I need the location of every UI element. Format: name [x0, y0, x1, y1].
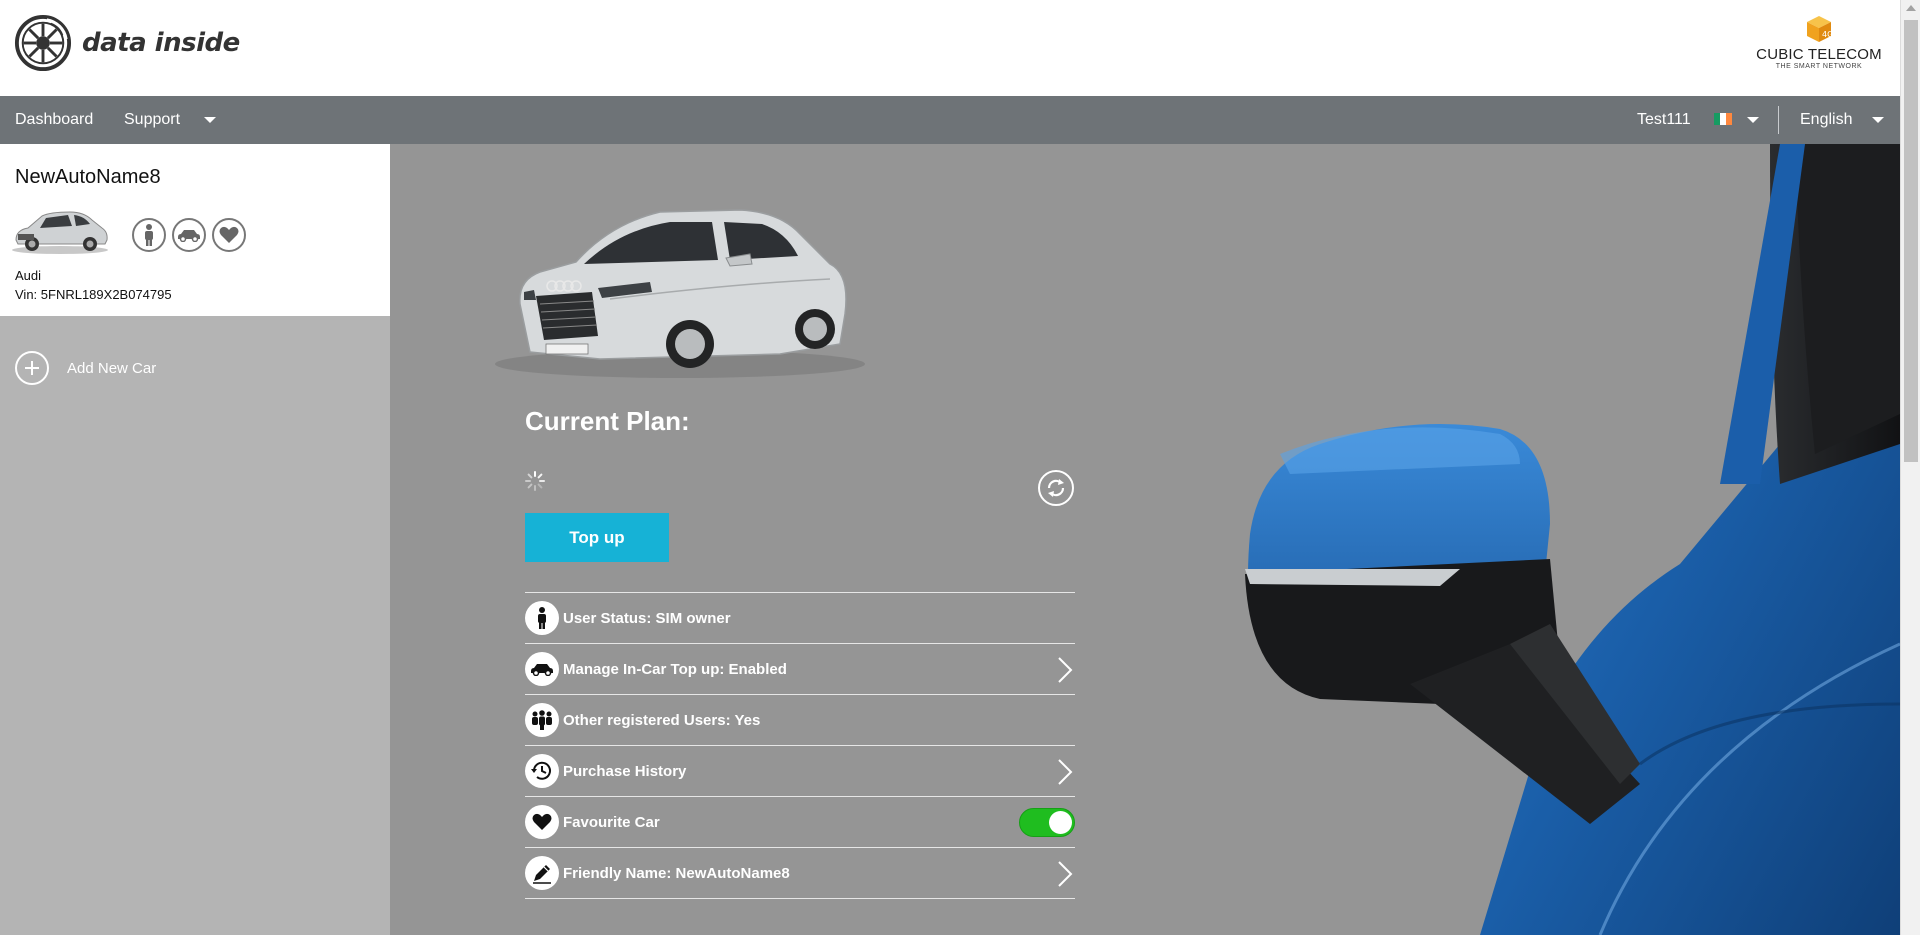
- manage-topup-label: Manage In-Car Top up: Enabled: [563, 660, 787, 678]
- car-detail-panel: Current Plan: Top up User Status: SIM ow: [390, 144, 1900, 935]
- toggle-knob: [1049, 811, 1072, 834]
- car-status-icons: [132, 218, 246, 252]
- car-sidebar: NewAutoName8 Audi Vin: 5FNRL189X2B074795: [0, 144, 410, 935]
- brand-logo[interactable]: data inside: [14, 14, 240, 72]
- language-dropdown-caret[interactable]: [1872, 96, 1884, 144]
- car-thumbnail-image: [12, 211, 108, 254]
- refresh-plan-button[interactable]: [1038, 470, 1074, 506]
- chevron-right-icon: [1058, 861, 1073, 887]
- chevron-down-icon: [204, 116, 216, 123]
- chevron-right-icon: [1058, 759, 1073, 785]
- selected-car-image: [495, 209, 865, 378]
- other-users-row: Other registered Users: Yes: [525, 695, 1075, 746]
- nav-support[interactable]: Support: [124, 96, 180, 144]
- chevron-down-icon: [1872, 116, 1884, 123]
- scrollbar-thumb[interactable]: [1904, 20, 1918, 462]
- nav-dashboard[interactable]: Dashboard: [15, 96, 93, 144]
- page-scrollbar[interactable]: [1900, 0, 1920, 935]
- svg-text:4G: 4G: [1822, 30, 1833, 39]
- favourite-car-row: Favourite Car: [525, 797, 1075, 848]
- cube-icon: 4G: [1807, 16, 1833, 42]
- partner-tagline: THE SMART NETWORK: [1775, 63, 1863, 70]
- user-dropdown-caret[interactable]: [1747, 96, 1759, 144]
- plus-circle-icon: [15, 351, 49, 385]
- add-new-car-label: Add New Car: [67, 359, 157, 377]
- car-name: NewAutoName8: [15, 166, 161, 188]
- heart-icon: [212, 218, 246, 252]
- car-vin: Vin: 5FNRL189X2B074795: [15, 287, 172, 302]
- brand-name: data inside: [82, 28, 240, 58]
- loading-spinner-icon: [525, 471, 545, 491]
- main-navbar: Dashboard Support Test111 English: [0, 96, 1900, 144]
- user-status-label: User Status: SIM owner: [563, 609, 731, 627]
- partner-logo: 4G CUBIC TELECOM THE SMART NETWORK: [1754, 14, 1884, 74]
- purchase-history-label: Purchase History: [563, 762, 687, 780]
- partner-name: CUBIC TELECOM: [1756, 46, 1882, 63]
- refresh-icon: [1047, 479, 1065, 497]
- person-icon: [525, 601, 559, 635]
- top-up-button[interactable]: Top up: [525, 513, 669, 562]
- purchase-history-row[interactable]: Purchase History: [525, 746, 1075, 797]
- car-make: Audi: [15, 268, 42, 283]
- app-header: data inside 4G CUBIC TELECOM THE SMART N…: [0, 0, 1900, 96]
- chevron-down-icon: [1747, 116, 1759, 123]
- ireland-flag-icon: [1714, 113, 1732, 125]
- selected-car-card[interactable]: NewAutoName8 Audi Vin: 5FNRL189X2B074795: [0, 144, 390, 316]
- blue-car-mirror-photo: [1245, 144, 1900, 935]
- chevron-right-icon: [1058, 657, 1073, 683]
- pencil-icon: [525, 856, 559, 890]
- person-icon: [132, 218, 166, 252]
- language-select[interactable]: English: [1800, 96, 1852, 144]
- speedometer-wheel-logo-icon: [14, 14, 72, 72]
- heart-icon: [525, 805, 559, 839]
- history-icon: [525, 754, 559, 788]
- user-menu[interactable]: Test111: [1637, 96, 1691, 144]
- other-users-label: Other registered Users: Yes: [563, 711, 761, 729]
- nav-divider: [1778, 106, 1779, 134]
- current-plan-title: Current Plan:: [525, 406, 690, 436]
- friendly-name-row[interactable]: Friendly Name: NewAutoName8: [525, 848, 1075, 899]
- friendly-name-label: Friendly Name: NewAutoName8: [563, 864, 790, 882]
- favourite-car-label: Favourite Car: [563, 813, 660, 831]
- favourite-car-toggle[interactable]: [1019, 808, 1075, 837]
- car-info-list: User Status: SIM owner Manage In-Car Top…: [525, 592, 1075, 899]
- scroll-up-arrow-icon[interactable]: [1906, 5, 1916, 11]
- add-new-car-button[interactable]: Add New Car: [15, 350, 156, 386]
- car-icon: [525, 652, 559, 686]
- user-status-row: User Status: SIM owner: [525, 593, 1075, 644]
- users-icon: [525, 703, 559, 737]
- support-dropdown-caret[interactable]: [204, 96, 216, 144]
- manage-topup-row[interactable]: Manage In-Car Top up: Enabled: [525, 644, 1075, 695]
- car-icon: [172, 218, 206, 252]
